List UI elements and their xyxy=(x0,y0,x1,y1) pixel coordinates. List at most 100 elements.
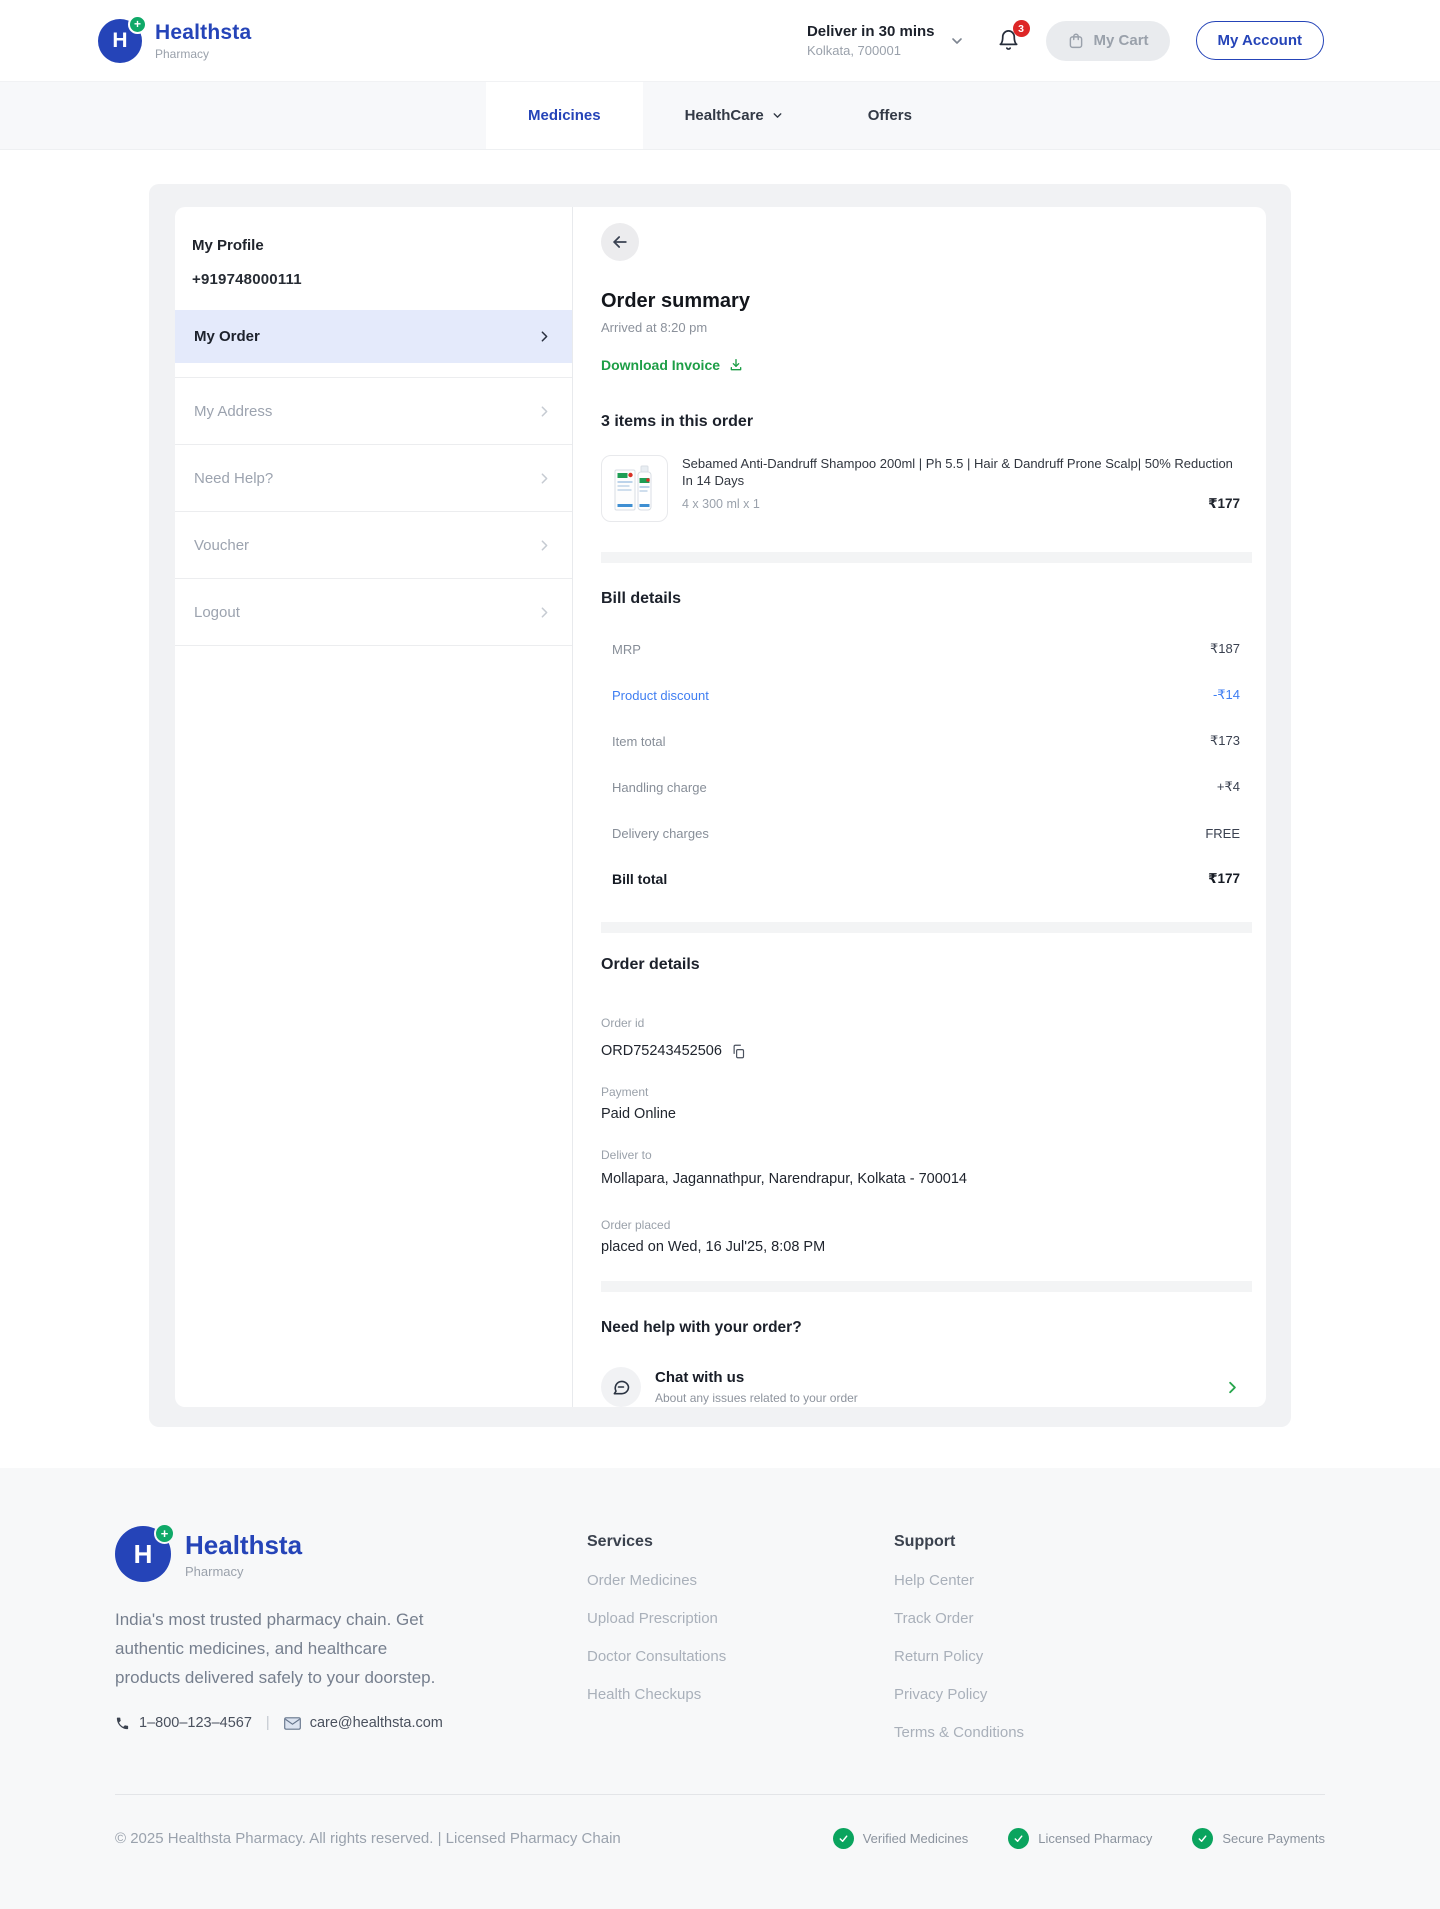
arrival-status: Arrived at 8:20 pm xyxy=(601,320,1252,335)
bill-label: Item total xyxy=(612,734,665,749)
footer-email-link[interactable]: care@healthsta.com xyxy=(284,1715,443,1731)
primary-nav: Medicines HealthCare Offers xyxy=(0,82,1440,150)
order-item-row: Sebamed Anti-Dandruff Shampoo 200ml | Ph… xyxy=(601,455,1252,522)
sidebar-item-my-order[interactable]: My Order xyxy=(175,310,572,363)
footer-link-track-order[interactable]: Track Order xyxy=(894,1610,1024,1627)
email-icon xyxy=(284,1716,301,1731)
notifications-button[interactable]: 3 xyxy=(997,29,1020,52)
sidebar-item-label: My Address xyxy=(194,403,272,420)
bill-value: -₹14 xyxy=(1213,687,1240,703)
delivery-time: Deliver in 30 mins xyxy=(807,23,935,40)
support-heading: Support xyxy=(894,1533,1024,1551)
product-image xyxy=(601,455,668,522)
copy-icon xyxy=(731,1044,746,1059)
sidebar-menu: My Order My Address xyxy=(175,310,572,646)
delivery-location: Kolkata, 700001 xyxy=(807,43,935,58)
plus-badge-icon: + xyxy=(128,15,147,34)
check-circle-icon xyxy=(833,1828,854,1849)
cart-bag-icon xyxy=(1067,32,1085,50)
nav-label: Medicines xyxy=(528,107,601,124)
footer-link-privacy-policy[interactable]: Privacy Policy xyxy=(894,1686,1024,1703)
bill-value: ₹187 xyxy=(1210,641,1240,657)
delivery-location-selector[interactable]: Deliver in 30 mins Kolkata, 700001 xyxy=(807,23,965,58)
order-summary-panel: Order summary Arrived at 8:20 pm Downloa… xyxy=(573,207,1266,1407)
download-invoice-label: Download Invoice xyxy=(601,357,720,373)
sidebar-item-voucher[interactable]: Voucher xyxy=(175,519,572,571)
chevron-right-icon xyxy=(536,537,553,554)
contact-separator: | xyxy=(266,1715,270,1731)
chat-with-us-button[interactable]: Chat with us About any issues related to… xyxy=(601,1367,1252,1407)
bill-label: Product discount xyxy=(612,688,709,703)
copyright-text: © 2025 Healthsta Pharmacy. All rights re… xyxy=(115,1830,621,1847)
footer-support-column: Support Help Center Track Order Return P… xyxy=(894,1526,1024,1741)
plus-badge-icon: + xyxy=(154,1523,175,1544)
chat-subtitle: About any issues related to your order xyxy=(655,1391,1223,1405)
sidebar-item-label: My Order xyxy=(194,328,260,345)
nav-item-medicines[interactable]: Medicines xyxy=(486,82,643,149)
footer-logo-monogram: H + xyxy=(115,1526,171,1582)
bill-row-delivery-charges: Delivery charges FREE xyxy=(601,810,1252,856)
badge-label: Secure Payments xyxy=(1222,1831,1325,1846)
back-button[interactable] xyxy=(601,223,639,261)
chevron-down-icon xyxy=(949,33,965,49)
order-placed-value: placed on Wed, 16 Jul'25, 8:08 PM xyxy=(601,1239,1252,1255)
profile-phone: +919748000111 xyxy=(192,271,555,288)
sidebar-item-logout[interactable]: Logout xyxy=(175,586,572,638)
order-details-heading: Order details xyxy=(601,956,1252,974)
product-quantity: 4 x 300 ml x 1 xyxy=(682,497,760,511)
nav-item-offers[interactable]: Offers xyxy=(826,82,954,149)
chevron-right-icon xyxy=(536,470,553,487)
badge-label: Verified Medicines xyxy=(863,1831,969,1846)
footer-email: care@healthsta.com xyxy=(310,1715,443,1731)
footer-link-doctor-consultations[interactable]: Doctor Consultations xyxy=(587,1648,894,1665)
footer-divider xyxy=(115,1794,1325,1795)
section-divider xyxy=(601,1281,1252,1292)
download-icon xyxy=(728,357,744,373)
back-arrow-icon xyxy=(610,232,630,252)
bill-value: FREE xyxy=(1205,826,1240,841)
chevron-right-icon xyxy=(536,403,553,420)
bill-value: ₹173 xyxy=(1210,733,1240,749)
badge-licensed-pharmacy: Licensed Pharmacy xyxy=(1008,1828,1152,1849)
my-account-button[interactable]: My Account xyxy=(1196,21,1324,60)
bill-row-bill-total: Bill total ₹177 xyxy=(601,856,1252,902)
chevron-right-icon xyxy=(1223,1378,1242,1397)
bill-row-handling-charge: Handling charge +₹4 xyxy=(601,764,1252,810)
product-name: Sebamed Anti-Dandruff Shampoo 200ml | Ph… xyxy=(682,455,1252,489)
my-cart-button[interactable]: My Cart xyxy=(1046,21,1170,61)
bill-label: Delivery charges xyxy=(612,826,709,841)
nav-label: Offers xyxy=(868,107,912,124)
brand-logo[interactable]: H + Healthsta Pharmacy xyxy=(98,19,251,63)
footer-phone: 1–800–123–4567 xyxy=(139,1715,252,1731)
account-sidebar: My Profile +919748000111 My Order My Add… xyxy=(175,207,573,1407)
logo-mark: H + xyxy=(98,19,142,63)
chat-bubble-icon xyxy=(601,1367,641,1407)
check-circle-icon xyxy=(1192,1828,1213,1849)
phone-icon xyxy=(115,1716,130,1731)
footer-description-line1: India's most trusted pharmacy chain. Get… xyxy=(115,1610,423,1658)
check-circle-icon xyxy=(1008,1828,1029,1849)
section-divider xyxy=(601,552,1252,563)
footer-brand-name: Healthsta xyxy=(185,1530,302,1561)
download-invoice-link[interactable]: Download Invoice xyxy=(601,357,744,373)
footer-link-terms-conditions[interactable]: Terms & Conditions xyxy=(894,1724,1024,1741)
copy-order-id-button[interactable] xyxy=(731,1044,746,1059)
footer-link-upload-prescription[interactable]: Upload Prescription xyxy=(587,1610,894,1627)
footer-link-order-medicines[interactable]: Order Medicines xyxy=(587,1572,894,1589)
nav-item-healthcare[interactable]: HealthCare xyxy=(643,82,826,149)
footer-link-health-checkups[interactable]: Health Checkups xyxy=(587,1686,894,1703)
nav-label: HealthCare xyxy=(685,107,764,124)
bill-details-heading: Bill details xyxy=(601,590,1252,608)
sidebar-item-need-help[interactable]: Need Help? xyxy=(175,452,572,504)
footer: H + Healthsta Pharmacy India's most trus… xyxy=(0,1468,1440,1909)
sidebar-item-my-address[interactable]: My Address xyxy=(175,385,572,437)
chevron-right-icon xyxy=(536,604,553,621)
notification-count-badge: 3 xyxy=(1013,20,1030,37)
brand-name: Healthsta xyxy=(155,21,251,45)
footer-phone-link[interactable]: 1–800–123–4567 xyxy=(115,1715,252,1731)
cart-label: My Cart xyxy=(1094,32,1149,49)
footer-link-return-policy[interactable]: Return Policy xyxy=(894,1648,1024,1665)
footer-brand-logo: H + Healthsta Pharmacy xyxy=(115,1526,510,1582)
product-price: ₹177 xyxy=(1208,496,1252,512)
footer-link-help-center[interactable]: Help Center xyxy=(894,1572,1024,1589)
